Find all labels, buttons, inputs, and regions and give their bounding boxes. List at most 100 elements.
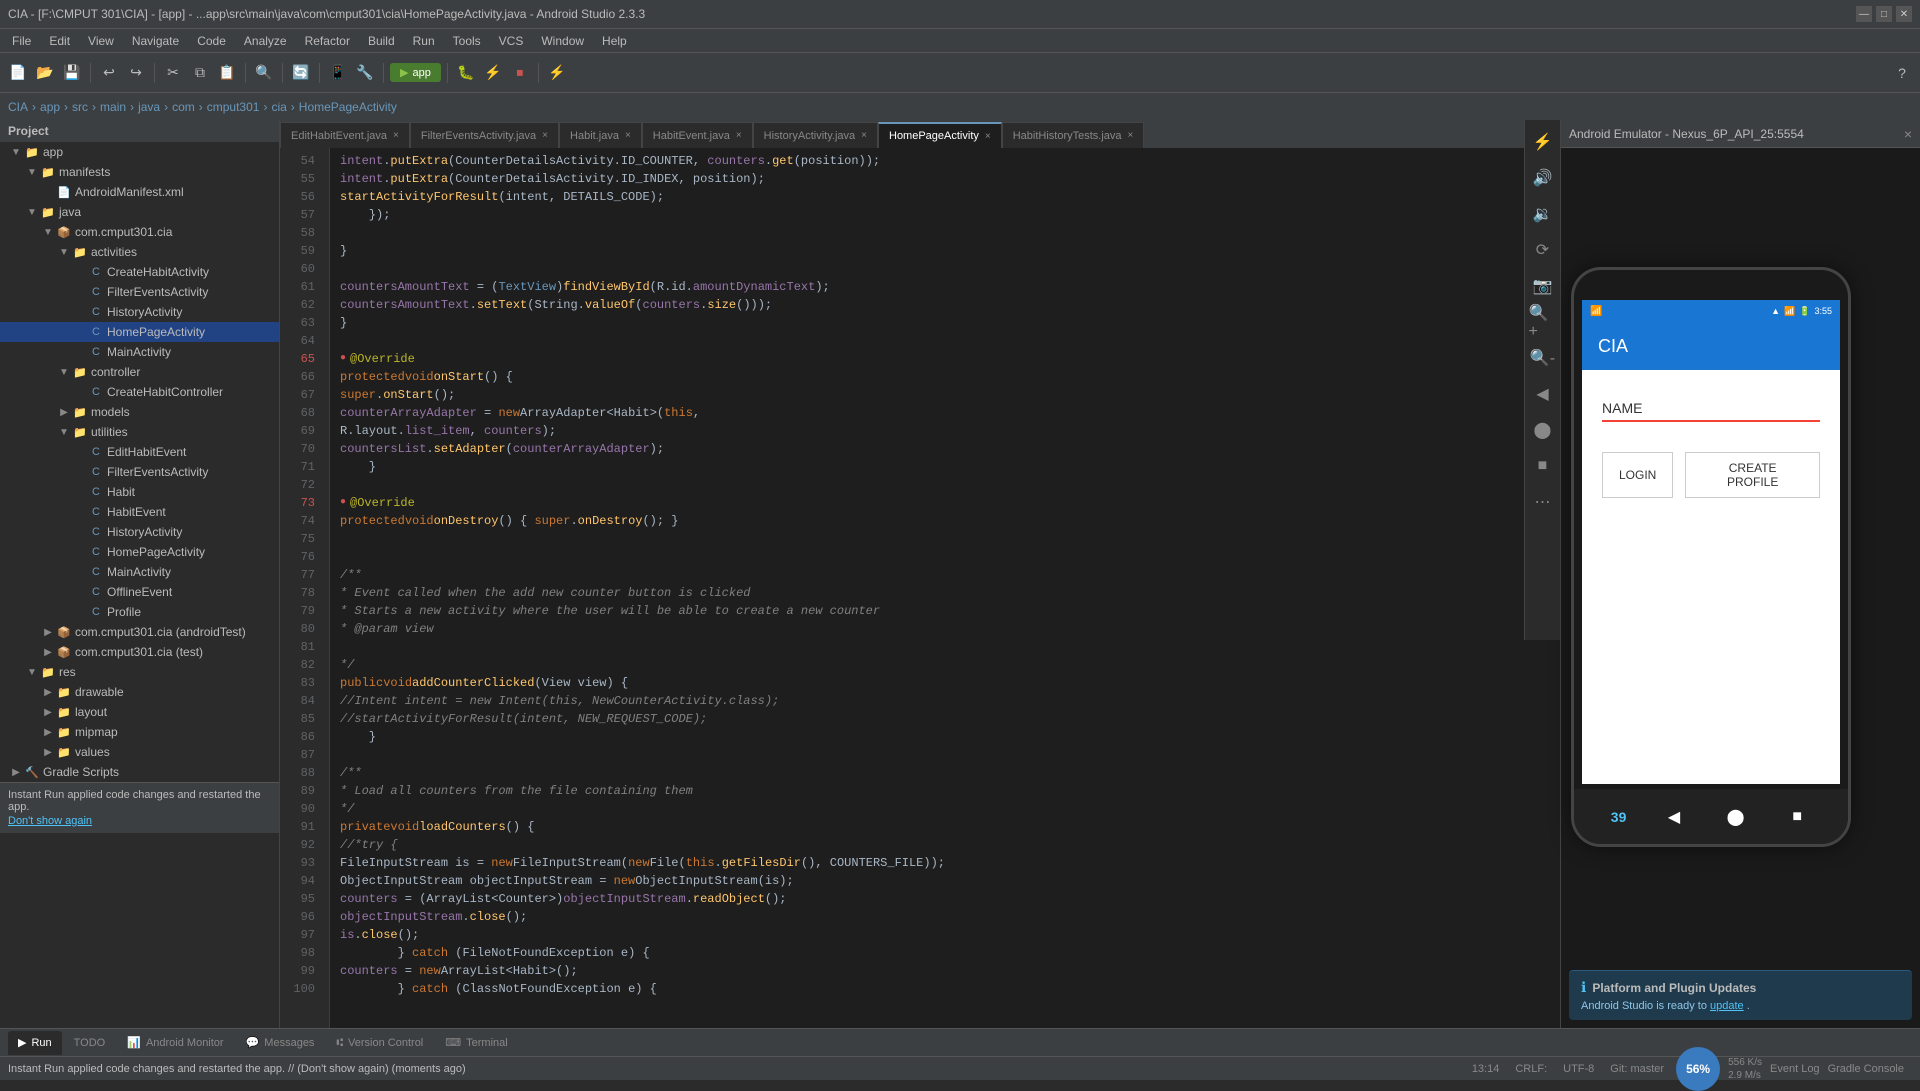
sidebar-item-res[interactable]: ▼ 📁 res	[0, 662, 279, 682]
tab-close-habithistory[interactable]: ×	[1128, 130, 1134, 141]
toolbar-stop-btn[interactable]: ⏹	[508, 61, 532, 85]
tab-homepage[interactable]: HomePageActivity ×	[878, 122, 1002, 148]
toolbar-undo-btn[interactable]: ↩	[97, 61, 121, 85]
tab-close-filterevents[interactable]: ×	[542, 130, 548, 141]
nav-homepage[interactable]: HomePageActivity	[299, 100, 397, 114]
toolbar-sync-btn[interactable]: 🔄	[289, 61, 313, 85]
sidebar-item-history[interactable]: ▼ C HistoryActivity	[0, 302, 279, 322]
sidebar-item-test[interactable]: ▶ 📦 com.cmput301.cia (test)	[0, 642, 279, 662]
sidebar-item-androidmanifest[interactable]: ▼ 📄 AndroidManifest.xml	[0, 182, 279, 202]
menu-help[interactable]: Help	[594, 32, 635, 50]
tab-history[interactable]: HistoryActivity.java ×	[753, 122, 878, 148]
sidebar-item-androidtest[interactable]: ▶ 📦 com.cmput301.cia (androidTest)	[0, 622, 279, 642]
sidebar-item-app[interactable]: ▼ 📁 app	[0, 142, 279, 162]
sidebar-item-homepage[interactable]: ▼ C HomePageActivity	[0, 322, 279, 342]
tab-close-history[interactable]: ×	[861, 130, 867, 141]
sidebar-item-gradle[interactable]: ▶ 🔨 Gradle Scripts	[0, 762, 279, 782]
bottom-tab-terminal[interactable]: ⌨ Terminal	[435, 1031, 517, 1055]
nav-cmput301[interactable]: cmput301	[207, 100, 260, 114]
dont-show-again-link[interactable]: Don't show again	[8, 815, 92, 827]
toolbar-debug-btn[interactable]: 🐛	[454, 61, 478, 85]
nav-app[interactable]: app	[40, 100, 60, 114]
sidebar-item-controller[interactable]: ▼ 📁 controller	[0, 362, 279, 382]
power-icon[interactable]: ⚡	[1529, 128, 1557, 156]
status-encoding[interactable]: CRLF:	[1515, 1063, 1547, 1075]
sidebar-item-mipmap[interactable]: ▶ 📁 mipmap	[0, 722, 279, 742]
sidebar-item-mainactivity[interactable]: ▼ C MainActivity	[0, 342, 279, 362]
sidebar-item-values[interactable]: ▶ 📁 values	[0, 742, 279, 762]
sidebar-item-habit[interactable]: ▼ C Habit	[0, 482, 279, 502]
notification-update-link[interactable]: update	[1710, 1000, 1744, 1012]
toolbar-search-btn[interactable]: 🔍	[252, 61, 276, 85]
nav-main[interactable]: main	[100, 100, 126, 114]
zoom-out-icon[interactable]: 🔍-	[1529, 344, 1557, 372]
tab-close-habitevent[interactable]: ×	[736, 130, 742, 141]
menu-view[interactable]: View	[80, 32, 122, 50]
nav-src[interactable]: src	[72, 100, 88, 114]
nav-cia[interactable]: CIA	[8, 100, 28, 114]
tab-habitevent[interactable]: HabitEvent.java ×	[642, 122, 753, 148]
square-nav-icon[interactable]: ■	[1529, 452, 1557, 480]
sidebar-item-filterevents[interactable]: ▼ C FilterEventsActivity	[0, 282, 279, 302]
phone-home-button[interactable]: ⬤	[1722, 803, 1750, 831]
phone-back-button[interactable]: ◀	[1660, 803, 1688, 831]
sidebar-item-drawable[interactable]: ▶ 📁 drawable	[0, 682, 279, 702]
bottom-tab-run[interactable]: ▶ Run	[8, 1031, 62, 1055]
minimize-button[interactable]: —	[1856, 6, 1872, 22]
phone-name-input[interactable]	[1658, 400, 1839, 416]
emulator-close-button[interactable]: ×	[1904, 126, 1912, 142]
event-log-label[interactable]: Event Log	[1770, 1063, 1820, 1075]
menu-build[interactable]: Build	[360, 32, 403, 50]
tab-close-edithabitevent[interactable]: ×	[393, 130, 399, 141]
phone-login-button[interactable]: LOGIN	[1602, 452, 1673, 498]
tab-close-habit[interactable]: ×	[625, 130, 631, 141]
toolbar-paste-btn[interactable]: 📋	[215, 61, 239, 85]
home-nav-icon[interactable]: ⬤	[1529, 416, 1557, 444]
sidebar-item-utilities[interactable]: ▼ 📁 utilities	[0, 422, 279, 442]
status-position[interactable]: 13:14	[1472, 1063, 1500, 1075]
sidebar-item-manifests[interactable]: ▼ 📁 manifests	[0, 162, 279, 182]
toolbar-instant-run-btn[interactable]: ⚡	[545, 61, 569, 85]
sidebar-item-createhabit[interactable]: ▼ C CreateHabitActivity	[0, 262, 279, 282]
toolbar-avd-btn[interactable]: 📱	[326, 61, 350, 85]
sidebar-item-java[interactable]: ▼ 📁 java	[0, 202, 279, 222]
phone-recents-button[interactable]: ■	[1783, 803, 1811, 831]
screenshot-icon[interactable]: 📷	[1529, 272, 1557, 300]
tab-close-homepage[interactable]: ×	[985, 131, 991, 142]
sidebar-item-layout[interactable]: ▶ 📁 layout	[0, 702, 279, 722]
tab-habit[interactable]: Habit.java ×	[559, 122, 642, 148]
sidebar-item-habitevent[interactable]: ▼ C HabitEvent	[0, 502, 279, 522]
maximize-button[interactable]: □	[1876, 6, 1892, 22]
menu-code[interactable]: Code	[189, 32, 234, 50]
phone-create-profile-button[interactable]: CREATE PROFILE	[1685, 452, 1820, 498]
volume-down-icon[interactable]: 🔉	[1529, 200, 1557, 228]
rotate-icon[interactable]: ⟳	[1529, 236, 1557, 264]
sidebar-item-offlineevent[interactable]: ▼ C OfflineEvent	[0, 582, 279, 602]
more-options-icon[interactable]: ⋯	[1529, 488, 1557, 516]
bottom-tab-android-monitor[interactable]: 📊 Android Monitor	[117, 1031, 233, 1055]
toolbar-redo-btn[interactable]: ↪	[124, 61, 148, 85]
menu-run[interactable]: Run	[405, 32, 443, 50]
toolbar-open-btn[interactable]: 📂	[33, 61, 57, 85]
menu-analyze[interactable]: Analyze	[236, 32, 295, 50]
zoom-in-icon[interactable]: 🔍+	[1529, 308, 1557, 336]
sidebar-item-models[interactable]: ▶ 📁 models	[0, 402, 279, 422]
toolbar-help-btn[interactable]: ?	[1890, 61, 1914, 85]
sidebar-item-createhabitcontroller[interactable]: ▼ C CreateHabitController	[0, 382, 279, 402]
toolbar-profile-btn[interactable]: ⚡	[481, 61, 505, 85]
bottom-tab-todo[interactable]: TODO	[64, 1031, 116, 1055]
tab-filterevents[interactable]: FilterEventsActivity.java ×	[410, 122, 559, 148]
tab-edithabitevent[interactable]: EditHabitEvent.java ×	[280, 122, 410, 148]
status-charset[interactable]: UTF-8	[1563, 1063, 1594, 1075]
menu-edit[interactable]: Edit	[41, 32, 78, 50]
back-nav-icon[interactable]: ◀	[1529, 380, 1557, 408]
code-lines[interactable]: intent.putExtra(CounterDetailsActivity.I…	[330, 148, 1560, 1028]
gradle-console-label[interactable]: Gradle Console	[1828, 1063, 1904, 1075]
bottom-tab-messages[interactable]: 💬 Messages	[236, 1031, 325, 1055]
menu-navigate[interactable]: Navigate	[124, 32, 187, 50]
nav-java[interactable]: java	[138, 100, 160, 114]
menu-vcs[interactable]: VCS	[491, 32, 532, 50]
menu-refactor[interactable]: Refactor	[297, 32, 358, 50]
sidebar-item-historyactivity2[interactable]: ▼ C HistoryActivity	[0, 522, 279, 542]
menu-window[interactable]: Window	[533, 32, 592, 50]
